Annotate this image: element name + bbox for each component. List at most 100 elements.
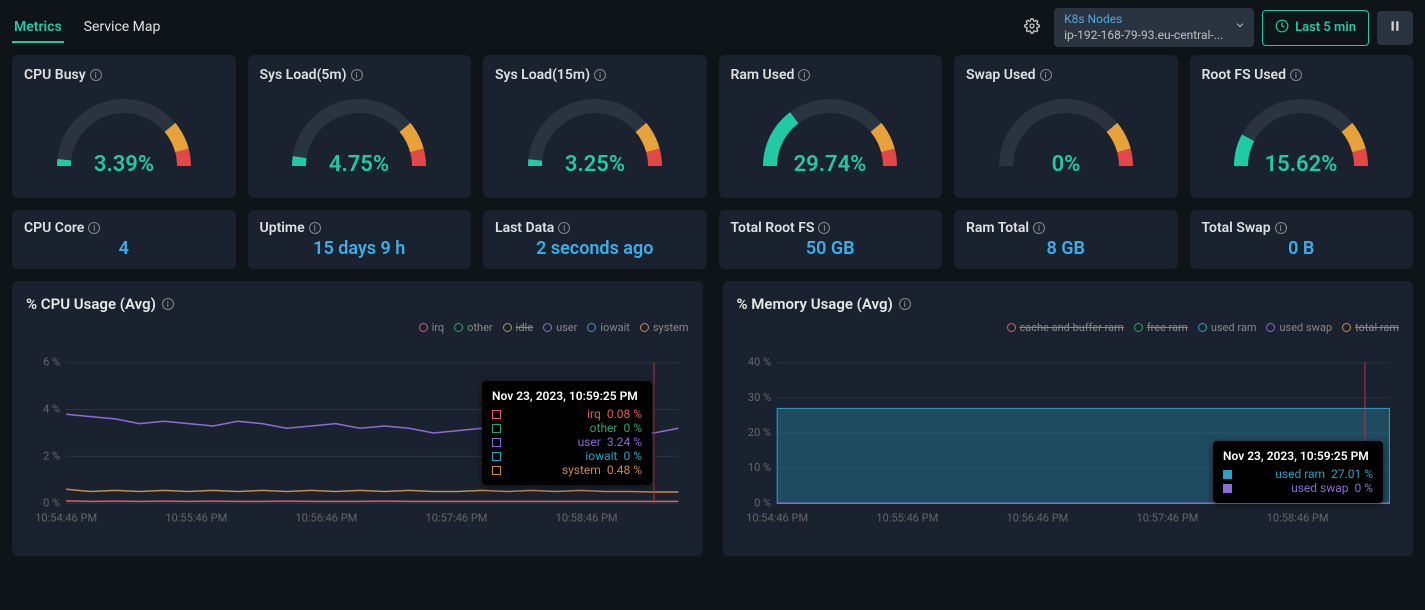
pause-button[interactable] — [1377, 11, 1413, 45]
info-icon[interactable]: i — [1275, 222, 1287, 234]
gauge-card: Sys Load(15m)i 3.25% — [483, 55, 707, 198]
svg-text:10:56:46 PM: 10:56:46 PM — [295, 512, 357, 525]
info-icon[interactable]: i — [1033, 222, 1045, 234]
info-icon[interactable]: i — [351, 69, 363, 81]
svg-text:10:57:46 PM: 10:57:46 PM — [426, 512, 488, 525]
stat-card: Total Swapi 0 B — [1190, 210, 1414, 269]
svg-text:10:54:46 PM: 10:54:46 PM — [746, 512, 808, 525]
svg-text:15.62%: 15.62% — [1265, 152, 1338, 177]
svg-text:10 %: 10 % — [747, 461, 770, 474]
info-icon[interactable]: i — [594, 69, 606, 81]
legend-item[interactable]: other — [454, 321, 493, 334]
stat-title: CPU Corei — [24, 220, 224, 236]
stats-row: CPU Corei 4Uptimei 15 days 9 hLast Datai… — [0, 198, 1425, 281]
pause-icon — [1388, 19, 1402, 37]
stat-title: Total Swapi — [1202, 220, 1402, 236]
topbar: Metrics Service Map K8s Nodes ip-192-168… — [0, 0, 1425, 55]
chart-title-text: % CPU Usage (Avg) — [26, 295, 156, 313]
info-icon[interactable]: i — [558, 222, 570, 234]
gauge: 3.25% — [495, 91, 695, 186]
stat-card: Ram Totali 8 GB — [954, 210, 1178, 269]
legend-item[interactable]: irq — [419, 321, 445, 334]
gauge-title: Sys Load(15m)i — [495, 67, 695, 83]
gauge-title: Ram Usedi — [731, 67, 931, 83]
gauge: 0% — [966, 91, 1166, 186]
info-icon[interactable]: i — [798, 69, 810, 81]
gear-icon — [1024, 18, 1040, 38]
legend-item[interactable]: free ram — [1134, 321, 1188, 334]
svg-text:29.74%: 29.74% — [794, 152, 867, 177]
svg-text:3.25%: 3.25% — [565, 152, 625, 177]
legend-item[interactable]: system — [640, 321, 689, 334]
legend-item[interactable]: iowait — [587, 321, 629, 334]
info-icon[interactable]: i — [818, 222, 830, 234]
settings-button[interactable] — [1018, 14, 1046, 42]
node-selector[interactable]: K8s Nodes ip-192-168-79-93.eu-central-..… — [1054, 8, 1254, 47]
stat-value: 8 GB — [966, 238, 1166, 259]
chart-tooltip: Nov 23, 2023, 10:59:25 PMirq0.08 %other0… — [482, 381, 652, 485]
stat-title: Uptimei — [260, 220, 460, 236]
stat-value: 2 seconds ago — [495, 238, 695, 259]
timerange-label: Last 5 min — [1295, 20, 1356, 35]
svg-text:10:56:46 PM: 10:56:46 PM — [1006, 512, 1068, 525]
info-icon[interactable]: i — [1290, 69, 1302, 81]
svg-text:10:58:46 PM: 10:58:46 PM — [556, 512, 618, 525]
legend-item[interactable]: used swap — [1266, 321, 1332, 334]
tab-service-map[interactable]: Service Map — [82, 13, 163, 43]
svg-text:2 %: 2 % — [43, 450, 60, 463]
stat-card: CPU Corei 4 — [12, 210, 236, 269]
legend-item[interactable]: user — [543, 321, 577, 334]
node-selector-value: ip-192-168-79-93.eu-central-... — [1064, 28, 1226, 44]
gauge-card: Sys Load(5m)i 4.75% — [248, 55, 472, 198]
svg-text:10:55:46 PM: 10:55:46 PM — [876, 512, 938, 525]
info-icon[interactable]: i — [90, 69, 102, 81]
chart-tooltip: Nov 23, 2023, 10:59:25 PMused ram27.01 %… — [1213, 441, 1383, 503]
chart-title: % CPU Usage (Avg) i — [26, 295, 689, 313]
gauge: 4.75% — [260, 91, 460, 186]
svg-text:6 %: 6 % — [43, 356, 60, 369]
info-icon[interactable]: i — [1040, 69, 1052, 81]
svg-text:30 %: 30 % — [747, 391, 770, 404]
chart-legend: irq other idle user iowait system — [26, 321, 689, 334]
node-selector-label: K8s Nodes — [1064, 12, 1226, 28]
info-icon[interactable]: i — [309, 222, 321, 234]
svg-text:0 %: 0 % — [754, 496, 771, 509]
memory-usage-chart-card: % Memory Usage (Avg) i cache and buffer … — [723, 281, 1414, 556]
timerange-button[interactable]: Last 5 min — [1262, 10, 1369, 46]
legend-item[interactable]: idle — [503, 321, 533, 334]
chart-title-text: % Memory Usage (Avg) — [737, 295, 893, 313]
gauge-title: Sys Load(5m)i — [260, 67, 460, 83]
stat-card: Last Datai 2 seconds ago — [483, 210, 707, 269]
gauge-title: CPU Busyi — [24, 67, 224, 83]
svg-text:40 %: 40 % — [747, 356, 770, 369]
chevron-down-icon — [1234, 19, 1246, 37]
svg-text:20 %: 20 % — [747, 426, 770, 439]
gauge: 15.62% — [1202, 91, 1402, 186]
stat-title: Total Root FSi — [731, 220, 931, 236]
info-icon[interactable]: i — [88, 222, 100, 234]
chart-title: % Memory Usage (Avg) i — [737, 295, 1400, 313]
gauge-title: Root FS Usedi — [1202, 67, 1402, 83]
stat-value: 4 — [24, 238, 224, 259]
stat-value: 0 B — [1202, 238, 1402, 259]
clock-icon — [1275, 19, 1289, 37]
svg-text:4 %: 4 % — [43, 403, 60, 416]
info-icon[interactable]: i — [162, 298, 174, 310]
tab-metrics[interactable]: Metrics — [12, 13, 64, 43]
chart-plot[interactable]: 0 % 10 % 20 % 30 % 40 % 10:54:46 PM 10:55:46 P… — [737, 338, 1400, 538]
tabs: Metrics Service Map — [12, 13, 162, 43]
info-icon[interactable]: i — [899, 298, 911, 310]
legend-item[interactable]: used ram — [1198, 321, 1257, 334]
gauge-card: Swap Usedi 0% — [954, 55, 1178, 198]
svg-text:0%: 0% — [1051, 152, 1080, 177]
cpu-usage-chart-card: % CPU Usage (Avg) i irq other idle user iowa… — [12, 281, 703, 556]
gauge-card: Root FS Usedi 15.62% — [1190, 55, 1414, 198]
svg-text:10:58:46 PM: 10:58:46 PM — [1266, 512, 1328, 525]
gauge: 29.74% — [731, 91, 931, 186]
gauge-card: Ram Usedi 29.74% — [719, 55, 943, 198]
stat-card: Total Root FSi 50 GB — [719, 210, 943, 269]
svg-text:10:57:46 PM: 10:57:46 PM — [1136, 512, 1198, 525]
svg-text:10:55:46 PM: 10:55:46 PM — [165, 512, 227, 525]
legend-item[interactable]: cache and buffer ram — [1007, 321, 1124, 334]
legend-item[interactable]: total ram — [1342, 321, 1399, 334]
